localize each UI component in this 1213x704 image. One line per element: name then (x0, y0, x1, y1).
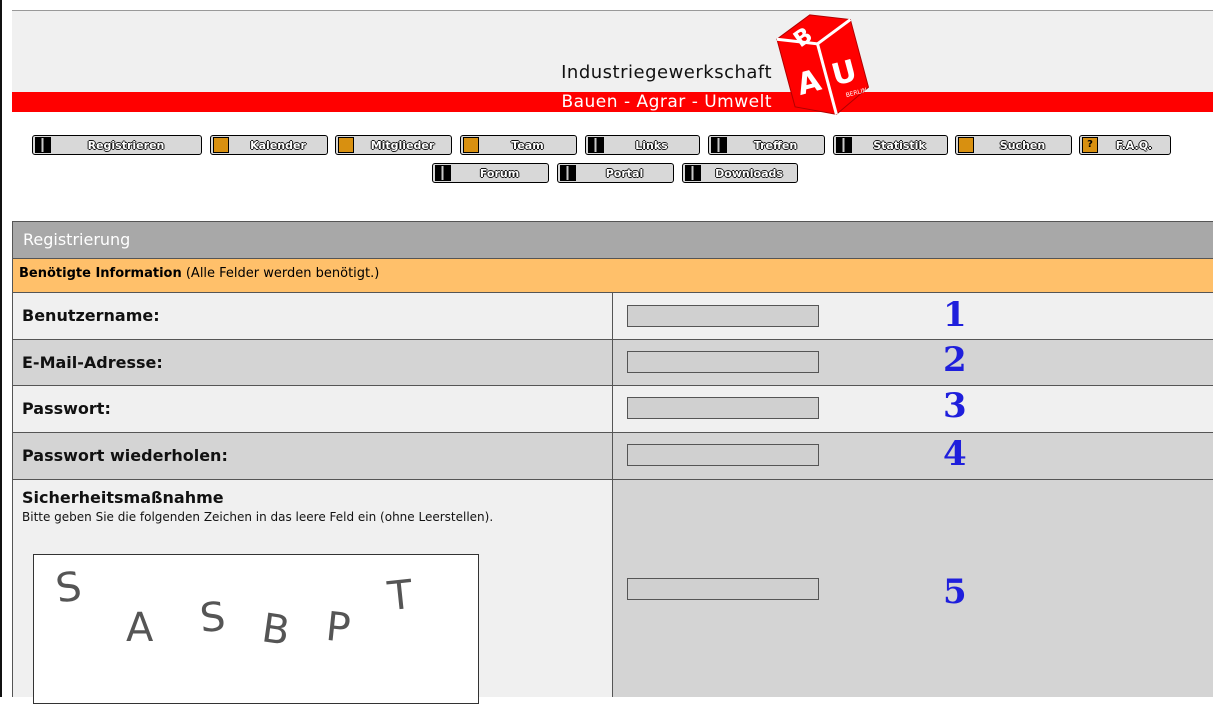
captcha-char: A (126, 605, 154, 651)
marker-number: 2 (943, 340, 967, 380)
username-input[interactable] (627, 305, 819, 327)
password-repeat-input[interactable] (627, 444, 819, 466)
field-cell: 4 (613, 433, 1213, 479)
captcha-char: B (258, 605, 293, 655)
field-label: Passwort wiederholen: (13, 433, 613, 479)
book-icon (435, 165, 451, 181)
field-cell: 1 (613, 293, 1213, 339)
team-icon (463, 137, 479, 153)
marker-number: 5 (943, 572, 967, 612)
book-icon (685, 165, 701, 181)
field-label: Benutzername: (13, 293, 613, 339)
info-bold: Benötigte Information (19, 266, 182, 281)
field-cell: 3 (613, 386, 1213, 432)
bau-logo: B A U BERLIN (776, 14, 870, 115)
nav-label: Links (635, 138, 668, 152)
nav-label: Forum (479, 166, 520, 180)
captcha-char: T (385, 571, 415, 621)
form-row-password-repeat: Passwort wiederholen: 4 (12, 433, 1213, 480)
form-row-password: Passwort: 3 (12, 386, 1213, 433)
members-icon (338, 137, 354, 153)
field-cell: 2 (613, 340, 1213, 385)
calendar-icon (213, 137, 229, 153)
form-row-email: E-Mail-Adresse: 2 (12, 340, 1213, 386)
captcha-hint: Bitte geben Sie die folgenden Zeichen in… (22, 510, 494, 524)
search-icon (958, 137, 974, 153)
email-input[interactable] (627, 351, 819, 373)
nav-label: Portal (605, 166, 644, 180)
field-label: E-Mail-Adresse: (13, 340, 613, 385)
book-icon (836, 137, 852, 153)
nav-label: Registrieren (87, 138, 165, 152)
captcha-input-cell: 5 (613, 480, 1213, 697)
password-input[interactable] (627, 397, 819, 419)
captcha-cell: Sicherheitsmaßnahme Bitte geben Sie die … (13, 480, 613, 704)
nav-label: Statistik (873, 138, 926, 152)
book-icon (35, 137, 51, 153)
nav-label: Treffen (753, 138, 798, 152)
nav-downloads-button[interactable]: Downloads (682, 163, 798, 183)
help-icon: ? (1082, 137, 1098, 153)
nav-links-button[interactable]: Links (585, 135, 700, 155)
page-frame: Industriegewerkschaft Bauen - Agrar - Um… (0, 0, 1213, 704)
marker-number: 4 (943, 434, 967, 474)
marker-number: 3 (943, 386, 967, 426)
nav-label: Downloads (715, 166, 783, 180)
captcha-char: P (323, 603, 353, 653)
form-row-captcha: Sicherheitsmaßnahme Bitte geben Sie die … (12, 480, 1213, 704)
brand-title: Industriegewerkschaft (561, 62, 772, 83)
book-icon (560, 165, 576, 181)
captcha-image: S A S B P T (33, 554, 479, 704)
nav-portal-button[interactable]: Portal (557, 163, 674, 183)
brand-subtitle: Bauen - Agrar - Umwelt (561, 92, 772, 112)
captcha-char: S (198, 593, 228, 643)
marker-number: 1 (943, 295, 967, 335)
section-title: Registrierung (12, 221, 1213, 259)
nav-label: F.A.Q. (1115, 138, 1153, 152)
captcha-title: Sicherheitsmaßnahme (22, 488, 224, 507)
book-icon (588, 137, 604, 153)
nav-label: Mitglieder (370, 138, 435, 152)
nav-label: Team (511, 138, 544, 152)
nav-mitglieder-button[interactable]: Mitglieder (335, 135, 452, 155)
nav-forum-button[interactable]: Forum (432, 163, 549, 183)
nav-statistik-button[interactable]: Statistik (833, 135, 948, 155)
info-note: (Alle Felder werden benötigt.) (181, 266, 380, 281)
nav-team-button[interactable]: Team (460, 135, 577, 155)
field-label: Passwort: (13, 386, 613, 432)
captcha-input[interactable] (627, 578, 819, 600)
nav-suchen-button[interactable]: Suchen (955, 135, 1072, 155)
nav-faq-button[interactable]: ? F.A.Q. (1079, 135, 1171, 155)
info-row: Benötigte Information (Alle Felder werde… (12, 259, 1213, 293)
book-icon (711, 137, 727, 153)
nav-registrieren-button[interactable]: Registrieren (32, 135, 202, 155)
nav-label: Kalender (250, 138, 306, 152)
captcha-char: S (52, 563, 85, 613)
form-row-username: Benutzername: 1 (12, 293, 1213, 340)
nav-treffen-button[interactable]: Treffen (708, 135, 825, 155)
nav-label: Suchen (999, 138, 1046, 152)
nav-kalender-button[interactable]: Kalender (210, 135, 328, 155)
